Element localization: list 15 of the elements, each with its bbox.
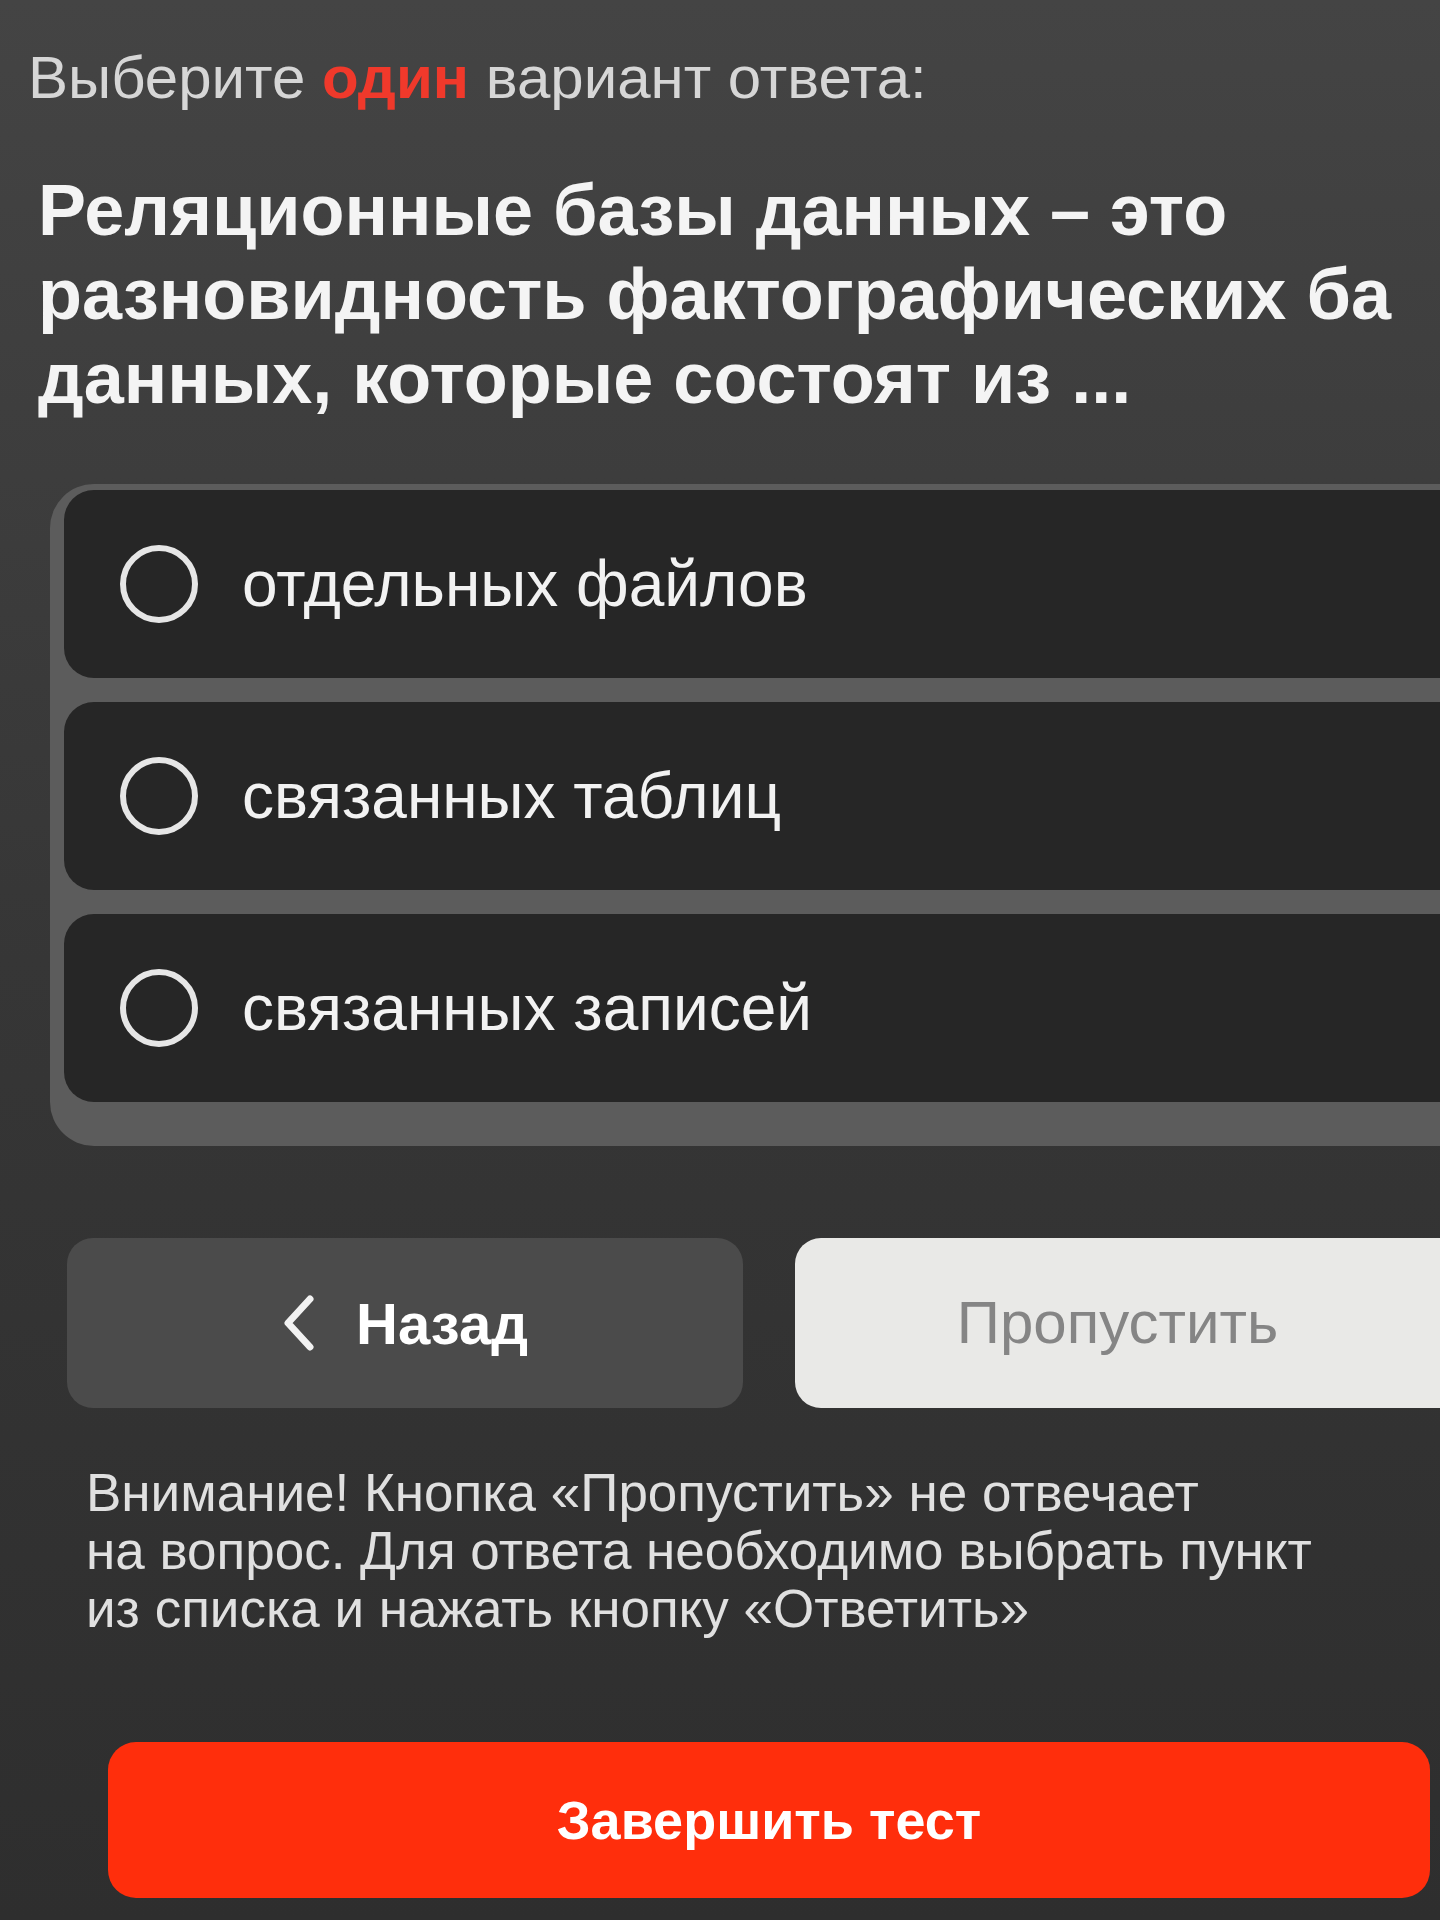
chevron-left-icon (282, 1295, 316, 1351)
radio-button[interactable] (120, 757, 198, 835)
option-label: отдельных файлов (242, 547, 808, 622)
instruction-text: Выберите один вариант ответа: (28, 44, 927, 112)
answer-option[interactable]: связанных таблиц (64, 702, 1440, 890)
finish-test-button[interactable]: Завершить тест (108, 1742, 1430, 1898)
back-button[interactable]: Назад (67, 1238, 743, 1408)
radio-button[interactable] (120, 545, 198, 623)
answer-option[interactable]: отдельных файлов (64, 490, 1440, 678)
option-label: связанных таблиц (242, 759, 782, 834)
notice-text: Внимание! Кнопка «Пропустить» не отвечает на вопрос. Для ответа необходимо выбрать пункт из списка и нажать кнопку «Ответить» (86, 1464, 1312, 1638)
question-text: Реляционные базы данных – это разновидность фактографических ба данных, которые состоят из ... (38, 169, 1391, 420)
option-label: связанных записей (242, 971, 813, 1046)
answer-option[interactable]: связанных записей (64, 914, 1440, 1102)
radio-button[interactable] (120, 969, 198, 1047)
